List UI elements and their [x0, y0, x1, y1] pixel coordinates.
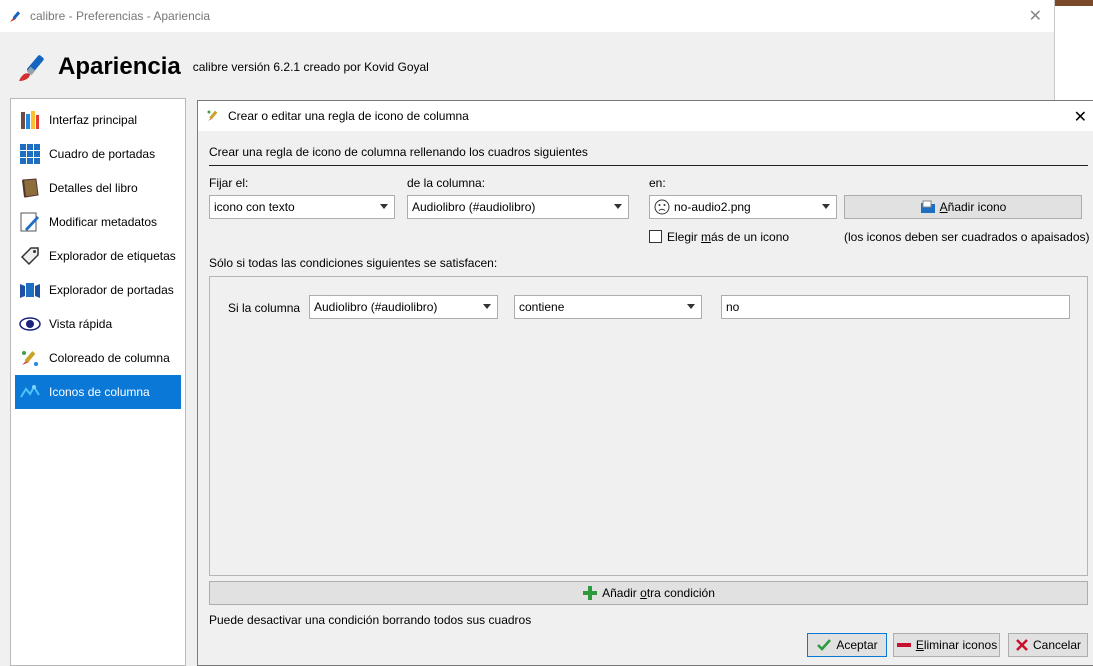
- page-title: Apariencia: [58, 53, 181, 80]
- eye-icon: [19, 317, 41, 331]
- window-titlebar: calibre - Preferencias - Apariencia ✕: [0, 0, 1054, 32]
- window-close-icon[interactable]: ✕: [1029, 6, 1042, 26]
- books-icon: [21, 111, 39, 129]
- chevron-down-icon: [483, 304, 491, 309]
- icons-note: (los iconos deben ser cuadrados o apaisa…: [844, 230, 1090, 244]
- plus-icon: [582, 585, 598, 601]
- window-title: calibre - Preferencias - Apariencia: [30, 9, 211, 23]
- add-condition-button[interactable]: Añadir otra condición: [209, 581, 1088, 605]
- chevron-down-icon: [822, 204, 830, 209]
- column-label: de la columna:: [407, 176, 486, 190]
- intro-text: Crear una regla de icono de columna rell…: [209, 145, 588, 159]
- appearance-brush-icon: [19, 55, 44, 81]
- icon-kind-select[interactable]: icono con texto: [209, 195, 395, 219]
- sidebar-item-book-details[interactable]: Detalles del libro: [15, 171, 181, 205]
- sidebar-item-edit-metadata[interactable]: Modificar metadatos: [15, 205, 181, 239]
- accept-button[interactable]: Aceptar: [807, 633, 887, 657]
- column-icons-icon: [20, 385, 40, 398]
- multiple-icons-label: Elegir más de un icono: [667, 230, 790, 244]
- column-icon-rule-dialog: Crear o editar una regla de icono de col…: [197, 100, 1093, 666]
- version-text: calibre versión 6.2.1 creado por Kovid G…: [192, 60, 429, 74]
- chevron-down-icon: [614, 204, 622, 209]
- grid-icon: [20, 144, 40, 164]
- multiple-icons-checkbox[interactable]: [649, 230, 662, 243]
- calibre-brush-icon: [10, 11, 21, 22]
- checkmark-icon: [816, 637, 832, 653]
- palette-icon: [22, 351, 38, 366]
- column-select[interactable]: Audiolibro (#audiolibro): [407, 195, 629, 219]
- category-sidebar: Interfaz principal Cuadro de portadas De…: [10, 98, 186, 666]
- dialog-title: Crear o editar una regla de icono de col…: [228, 109, 469, 123]
- page-header: Apariencia calibre versión 6.2.1 creado …: [16, 50, 429, 84]
- sidebar-item-tag-browser[interactable]: Explorador de etiquetas: [15, 239, 181, 273]
- column-coloring-icon: [207, 110, 218, 121]
- sad-face-icon: [654, 199, 670, 215]
- condition-value-input[interactable]: no: [721, 295, 1070, 319]
- dialog-close-icon[interactable]: ✕: [1074, 107, 1087, 127]
- separator: [209, 165, 1088, 166]
- hint-text: Puede desactivar una condición borrando …: [209, 613, 532, 627]
- folder-icon: [920, 199, 936, 215]
- desktop-background: [1055, 0, 1093, 100]
- edit-icon: [20, 212, 39, 232]
- sidebar-item-column-icons[interactable]: Iconos de columna: [15, 375, 181, 409]
- minus-icon: [896, 637, 912, 653]
- close-icon: [1015, 638, 1029, 652]
- remove-icons-button[interactable]: Eliminar iconos: [893, 633, 1000, 657]
- sidebar-item-quickview[interactable]: Vista rápida: [15, 307, 181, 341]
- in-label: en:: [649, 176, 666, 190]
- condition-operator-select[interactable]: contiene: [514, 295, 702, 319]
- condition-prefix: Si la columna: [228, 301, 301, 315]
- cancel-button[interactable]: Cancelar: [1008, 633, 1088, 657]
- chevron-down-icon: [687, 304, 695, 309]
- set-label: Fijar el:: [209, 176, 249, 190]
- condition-column-select[interactable]: Audiolibro (#audiolibro): [309, 295, 498, 319]
- icon-file-select[interactable]: no-audio2.png: [649, 195, 837, 219]
- conditions-label: Sólo si todas las condiciones siguientes…: [209, 256, 498, 270]
- dialog-titlebar: Crear o editar una regla de icono de col…: [198, 101, 1093, 131]
- sidebar-item-cover-browser[interactable]: Explorador de portadas: [15, 273, 181, 307]
- sidebar-item-main-interface[interactable]: Interfaz principal: [15, 103, 181, 137]
- sidebar-item-cover-grid[interactable]: Cuadro de portadas: [15, 137, 181, 171]
- chevron-down-icon: [380, 204, 388, 209]
- conditions-area: Si la columna Audiolibro (#audiolibro) c…: [209, 276, 1088, 576]
- book-icon: [22, 178, 39, 198]
- tag-icon: [20, 247, 39, 266]
- covers-icon: [20, 283, 40, 298]
- sidebar-item-column-coloring[interactable]: Coloreado de columna: [15, 341, 181, 375]
- add-icon-button[interactable]: Añadir icono: [844, 195, 1082, 219]
